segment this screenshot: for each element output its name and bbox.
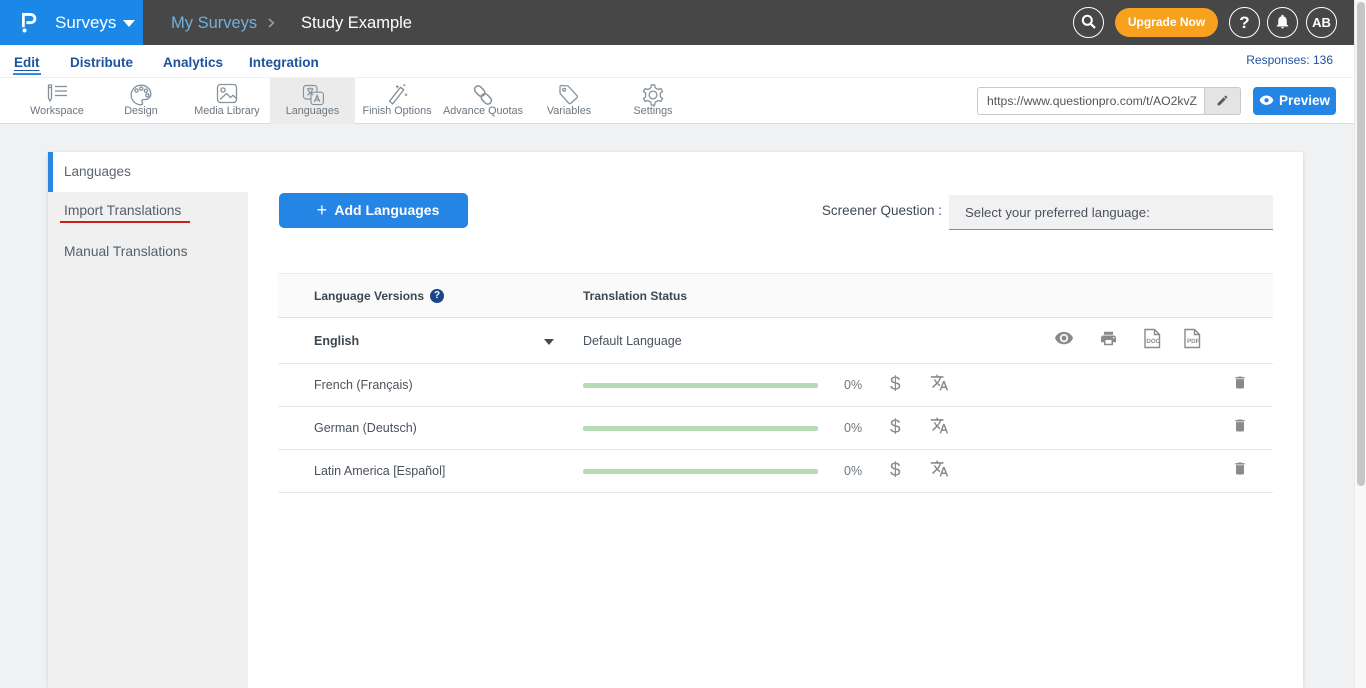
svg-text:DOC: DOC: [1146, 338, 1160, 345]
svg-text:PDF: PDF: [1187, 338, 1200, 345]
